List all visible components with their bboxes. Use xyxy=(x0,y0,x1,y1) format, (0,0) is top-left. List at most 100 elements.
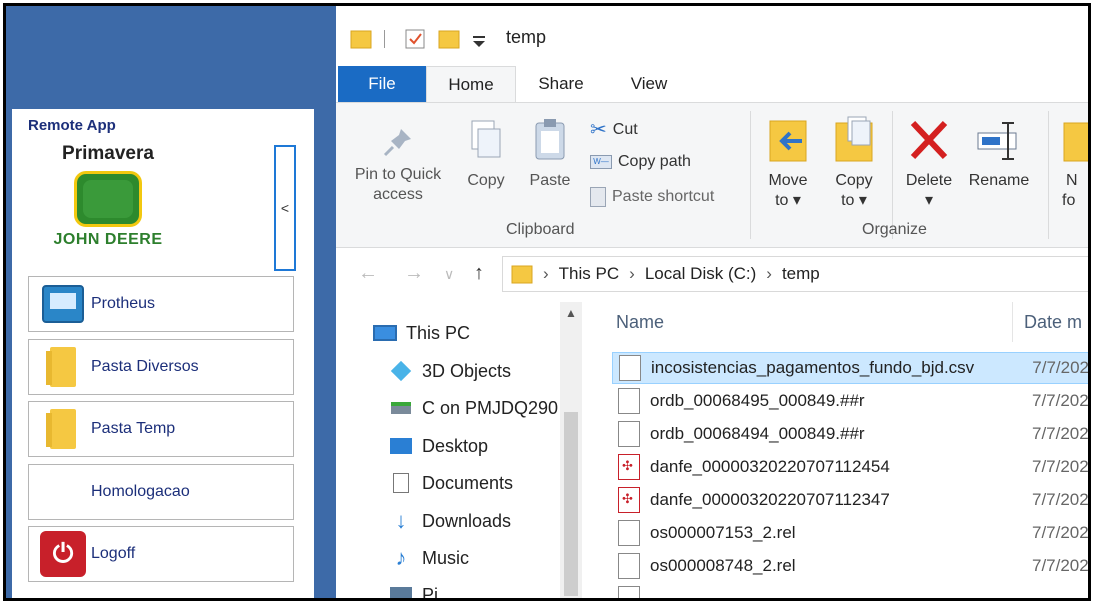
tab-file[interactable]: File xyxy=(338,66,426,102)
folder-icon xyxy=(39,405,87,453)
nav-pane-scrollbar[interactable]: ▲ xyxy=(560,302,582,598)
logo-john-deere-text: JOHN DEERE xyxy=(53,231,163,248)
breadcrumb-temp[interactable]: temp xyxy=(782,264,820,284)
file-row[interactable]: danfe_00000320220707112454 7/7/202 xyxy=(612,451,1088,483)
move-to-button[interactable]: Move to ▾ xyxy=(760,115,816,211)
protheus-button[interactable]: Protheus xyxy=(28,276,294,332)
nav-label: Documents xyxy=(422,472,514,493)
file-name: danfe_00000320220707112454 xyxy=(650,457,890,476)
delete-dropdown-arrow[interactable]: ▾ xyxy=(898,191,960,211)
computer-icon xyxy=(372,322,398,344)
forward-arrow-icon[interactable]: → xyxy=(404,262,424,285)
ribbon-separator xyxy=(1048,111,1049,239)
paste-button[interactable]: Paste xyxy=(522,117,578,191)
protheus-label: Protheus xyxy=(91,295,156,312)
customize-qa-dropdown-icon[interactable] xyxy=(472,36,486,48)
nav-item-downloads[interactable]: ↓ Downloads xyxy=(388,506,512,536)
homologacao-button[interactable]: Homologacao xyxy=(28,464,294,520)
file-icon xyxy=(618,586,640,598)
file-row[interactable]: ordb_00068494_000849.##r 7/7/202 xyxy=(612,418,1089,450)
john-deere-logo: Primavera JOHN DEERE xyxy=(28,141,188,259)
logoff-button[interactable]: ⏻ Logoff xyxy=(28,526,294,582)
new-folder-icon[interactable] xyxy=(438,28,460,50)
back-arrow-icon[interactable]: ← xyxy=(358,262,378,285)
pasta-temp-button[interactable]: Pasta Temp xyxy=(28,401,294,457)
divider xyxy=(384,30,385,48)
nav-item-documents[interactable]: Documents xyxy=(388,468,513,498)
file-row[interactable]: incosistencias_pagamentos_fundo_bjd.csv … xyxy=(612,352,1089,384)
pasta-diversos-button[interactable]: Pasta Diversos xyxy=(28,339,294,395)
nav-item-desktop[interactable]: Desktop xyxy=(388,431,488,461)
nav-item-pictures[interactable]: Pi xyxy=(388,580,438,598)
pasta-diversos-label: Pasta Diversos xyxy=(91,358,199,375)
recent-locations-chevron-icon[interactable]: ∨ xyxy=(444,266,454,283)
nav-label: This PC xyxy=(406,322,471,343)
properties-checkbox-icon[interactable] xyxy=(404,28,426,50)
copy-path-label: Copy path xyxy=(618,153,691,170)
file-date: 7/7/202 xyxy=(1032,490,1089,509)
column-header-name[interactable]: Name xyxy=(616,312,664,333)
file-name: ordb_00068494_000849.##r xyxy=(650,424,865,443)
breadcrumb-this-pc[interactable]: This PC xyxy=(559,264,619,284)
download-icon: ↓ xyxy=(395,508,407,533)
copy-button[interactable]: Copy xyxy=(458,117,514,191)
file-name: ordb_00068495_000849.##r xyxy=(650,391,865,410)
deer-logo-icon xyxy=(74,171,142,227)
copy-to-button[interactable]: Copy to ▾ xyxy=(826,115,882,211)
file-row[interactable]: os000007153_2.rel 7/7/202 xyxy=(612,517,1089,549)
logoff-label: Logoff xyxy=(91,545,136,562)
nav-label: 3D Objects xyxy=(422,360,512,381)
new-folder-button[interactable]: N fo xyxy=(1058,115,1088,211)
breadcrumb-local-disk[interactable]: Local Disk (C:) xyxy=(645,264,756,284)
file-explorer-window: temp File Home Share View Pin to Quick a… xyxy=(336,6,1088,598)
breadcrumb-separator: › xyxy=(629,264,635,283)
tab-home[interactable]: Home xyxy=(426,66,516,102)
file-date: 7/7/202 xyxy=(1032,358,1089,377)
file-row[interactable]: ordb_00068495_000849.##r 7/7/202 xyxy=(612,385,1088,417)
file-icon xyxy=(618,553,640,579)
logo-primavera-text: Primavera xyxy=(62,143,154,164)
copy-path-button[interactable]: W— Copy path xyxy=(590,153,691,171)
folder-icon xyxy=(511,265,533,284)
file-row-partial[interactable] xyxy=(612,583,1088,598)
nav-item-network-drive[interactable]: C on PMJDQ290 xyxy=(388,393,558,423)
pin-to-quick-access-button[interactable]: Pin to Quick access xyxy=(346,125,450,205)
scroll-up-arrow-icon[interactable]: ▲ xyxy=(565,306,577,320)
cut-label: Cut xyxy=(612,120,638,138)
cut-button[interactable]: ✂ Cut xyxy=(590,117,638,142)
breadcrumb-separator: › xyxy=(543,264,549,283)
pasta-temp-label: Pasta Temp xyxy=(91,420,176,437)
column-header-date-modified[interactable]: Date m xyxy=(1024,312,1082,333)
column-divider[interactable] xyxy=(1012,302,1013,342)
paste-shortcut-button[interactable]: Paste shortcut xyxy=(590,187,714,207)
nav-item-3d-objects[interactable]: 3D Objects xyxy=(388,356,511,386)
tab-share[interactable]: Share xyxy=(526,66,596,102)
nav-item-this-pc[interactable]: This PC xyxy=(372,318,470,348)
folder-icon xyxy=(39,343,87,391)
ribbon-tabs: File Home Share View xyxy=(336,66,1088,102)
delete-button[interactable]: Delete ▾ xyxy=(898,115,960,211)
music-icon: ♪ xyxy=(395,545,407,570)
file-row[interactable]: danfe_00000320220707112347 7/7/202 xyxy=(612,484,1089,516)
file-date: 7/7/202 xyxy=(1032,424,1089,443)
tab-view[interactable]: View xyxy=(614,66,684,102)
empty-icon-slot xyxy=(39,468,87,516)
address-bar[interactable]: › This PC › Local Disk (C:) › temp xyxy=(502,256,1088,292)
nav-item-music[interactable]: ♪ Music xyxy=(388,543,470,573)
scroll-thumb[interactable] xyxy=(564,412,578,596)
paste-icon xyxy=(535,119,565,160)
collapse-panel-button[interactable]: < xyxy=(274,145,296,271)
rename-button[interactable]: Rename xyxy=(964,115,1034,191)
file-row[interactable]: os000008748_2.rel 7/7/202 xyxy=(612,550,1088,582)
file-name: danfe_00000320220707112347 xyxy=(650,490,890,509)
title-bar: temp xyxy=(336,6,1088,66)
paste-label: Paste xyxy=(529,172,571,189)
file-date: 7/7/202 xyxy=(1032,523,1089,542)
pictures-icon xyxy=(388,584,414,598)
file-icon xyxy=(618,421,640,447)
remote-app-title: Remote App xyxy=(28,117,116,134)
network-drive-icon xyxy=(388,397,414,419)
file-icon xyxy=(618,388,640,414)
remote-app-panel: Remote App Primavera JOHN DEERE < Prothe… xyxy=(12,109,314,598)
up-arrow-icon[interactable]: ↑ xyxy=(474,262,484,285)
